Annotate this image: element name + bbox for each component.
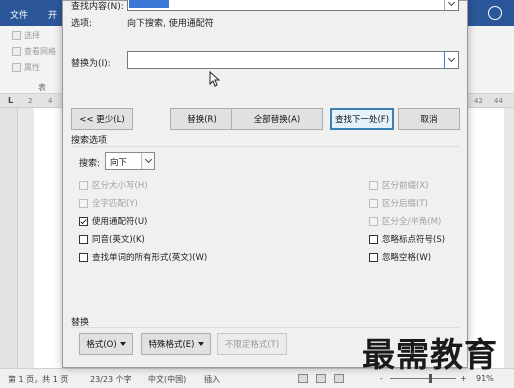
ruler-number: 44 — [494, 97, 503, 105]
tab-stop-selector[interactable]: L — [8, 96, 13, 105]
cursor-select-icon — [12, 31, 21, 40]
special-format-button-label: 特殊格式(E) — [148, 340, 195, 350]
chevron-down-icon — [144, 155, 152, 164]
option-checkbox: 区分后缀(T) — [369, 197, 428, 209]
ruler-number: 2 — [28, 97, 33, 105]
caret-down-icon — [119, 342, 126, 346]
format-button[interactable]: 格式(O) — [79, 333, 133, 355]
watermark-logo: 最需教育 — [362, 335, 498, 374]
chevron-down-icon — [447, 0, 456, 7]
option-checkbox[interactable]: 查找单词的所有形式(英文)(W) — [79, 251, 207, 263]
option-label: 全字匹配(Y) — [92, 199, 138, 209]
option-label: 区分全/半角(M) — [382, 217, 442, 227]
language-status[interactable]: 中文(中国) — [148, 374, 186, 385]
checkbox-box — [369, 180, 378, 190]
checkbox-box — [369, 216, 378, 226]
option-label: 区分前缀(X) — [382, 181, 429, 191]
checkbox-box — [79, 198, 88, 208]
grid-icon — [12, 47, 21, 56]
find-text-selection — [129, 0, 169, 8]
view-buttons — [298, 374, 344, 383]
option-checkbox: 区分大小写(H) — [79, 179, 148, 191]
option-checkbox: 区分全/半角(M) — [369, 215, 441, 227]
find-dropdown-button[interactable] — [444, 0, 458, 10]
find-input[interactable] — [127, 0, 459, 11]
vertical-ruler — [0, 108, 18, 370]
ribbon-item-properties[interactable]: 属性 — [12, 62, 40, 73]
options-value: 向下搜索, 使用通配符 — [127, 19, 214, 29]
option-checkbox[interactable]: 同音(英文)(K) — [79, 233, 145, 245]
no-format-button[interactable]: 不限定格式(T) — [217, 333, 287, 355]
option-label: 区分大小写(H) — [92, 181, 148, 191]
checkbox-box — [369, 198, 378, 208]
word-count[interactable]: 23/23 个字 — [90, 374, 132, 385]
tab-file[interactable]: 文件 — [10, 8, 28, 21]
less-button[interactable]: << 更少(L) — [71, 108, 133, 130]
web-layout-icon[interactable] — [334, 374, 344, 383]
checkbox-box[interactable] — [369, 252, 378, 262]
options-label: 选项: — [71, 19, 93, 29]
replace-button[interactable]: 替换(R) — [170, 108, 234, 130]
checkbox-box[interactable] — [79, 252, 88, 262]
find-next-button[interactable]: 查找下一处(F) — [330, 108, 394, 130]
user-icon[interactable] — [488, 6, 502, 20]
special-format-button[interactable]: 特殊格式(E) — [141, 333, 211, 355]
replace-all-button[interactable]: 全部替换(A) — [231, 108, 323, 130]
checkmark-icon — [80, 217, 87, 224]
properties-icon — [12, 63, 21, 72]
search-direction-label: 搜索: — [79, 159, 101, 169]
chevron-down-icon — [447, 54, 456, 63]
find-label: 查找内容(N): — [71, 2, 124, 12]
option-label: 区分后缀(T) — [382, 199, 428, 209]
cancel-button[interactable]: 取消 — [398, 108, 460, 130]
divider — [71, 146, 459, 147]
replace-dropdown-button[interactable] — [444, 52, 458, 68]
search-direction-value: 向下 — [110, 158, 128, 168]
print-layout-icon[interactable] — [316, 374, 326, 383]
search-options-title: 搜索选项 — [71, 136, 108, 146]
replace-input[interactable] — [127, 51, 459, 69]
option-label: 查找单词的所有形式(英文)(W) — [92, 253, 208, 263]
ribbon-item-gridlines[interactable]: 查看网格 — [12, 46, 56, 57]
search-direction-dropdown[interactable] — [141, 153, 154, 169]
option-label: 使用通配符(U) — [92, 217, 148, 227]
mouse-cursor-icon — [209, 71, 220, 87]
option-label: 同音(英文)(K) — [92, 235, 145, 245]
option-checkbox[interactable]: 忽略空格(W) — [369, 251, 431, 263]
ribbon-item-select[interactable]: 选择 — [12, 30, 40, 41]
replace-label: 替换为(I): — [71, 59, 111, 69]
ruler-number: 42 — [474, 97, 483, 105]
format-button-label: 格式(O) — [86, 340, 117, 350]
option-checkbox[interactable]: 使用通配符(U) — [79, 215, 147, 227]
option-label: 忽略标点符号(S) — [382, 235, 446, 245]
option-label: 忽略空格(W) — [382, 253, 432, 263]
caret-down-icon — [197, 342, 204, 346]
insert-mode[interactable]: 插入 — [204, 374, 220, 385]
tab-start[interactable]: 开 — [48, 8, 57, 21]
zoom-slider[interactable] — [390, 378, 456, 379]
checkbox-box[interactable] — [79, 216, 88, 226]
ribbon-group-label: 表 — [38, 83, 46, 92]
read-mode-icon[interactable] — [298, 374, 308, 383]
checkbox-box[interactable] — [369, 234, 378, 244]
find-replace-dialog: 查找内容(N): 选项: 向下搜索, 使用通配符 替换为(I): << 更少(L… — [62, 0, 468, 368]
search-direction-select[interactable]: 向下 — [105, 152, 155, 170]
option-checkbox: 全字匹配(Y) — [79, 197, 138, 209]
option-checkbox[interactable]: 忽略标点符号(S) — [369, 233, 445, 245]
checkbox-box — [79, 180, 88, 190]
page-count[interactable]: 第 1 页，共 1 页 — [8, 374, 68, 385]
option-checkbox: 区分前缀(X) — [369, 179, 428, 191]
ruler-number: 4 — [48, 97, 53, 105]
checkbox-box[interactable] — [79, 234, 88, 244]
